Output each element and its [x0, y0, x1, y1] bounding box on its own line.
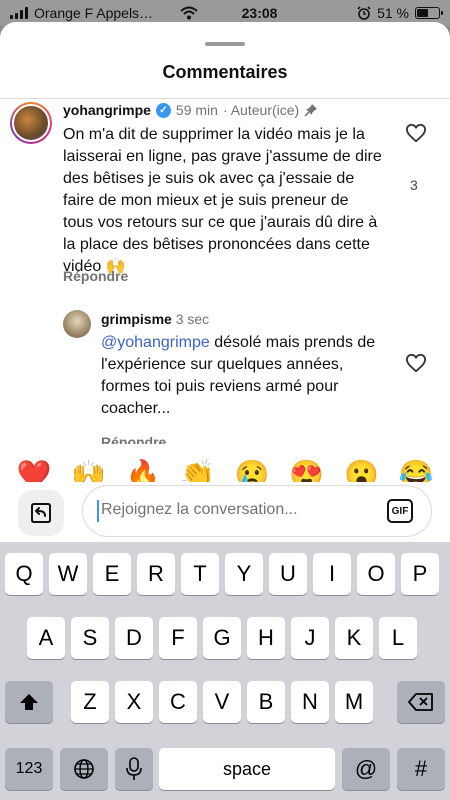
reply-button[interactable]: Répondre — [63, 268, 128, 284]
key-j[interactable]: J — [291, 617, 329, 659]
key-z[interactable]: Z — [71, 681, 109, 723]
key-s[interactable]: S — [71, 617, 109, 659]
comments-sheet: Commentaires yohangrimpe ✓ 59 min · Aute… — [0, 22, 450, 542]
heart-icon[interactable] — [405, 123, 427, 143]
key-k[interactable]: K — [335, 617, 373, 659]
microphone-icon — [126, 757, 142, 780]
signal-icon — [10, 7, 28, 19]
backspace-key[interactable] — [397, 681, 445, 723]
key-y[interactable]: Y — [225, 553, 263, 595]
pin-icon — [304, 104, 318, 117]
battery-percent: 51 % — [377, 5, 409, 21]
reply-username[interactable]: grimpisme — [101, 311, 172, 327]
key-t[interactable]: T — [181, 553, 219, 595]
microphone-key[interactable] — [115, 748, 153, 790]
reply-heart-icon[interactable] — [405, 353, 427, 373]
key-a[interactable]: A — [27, 617, 65, 659]
numbers-key[interactable]: 123 — [5, 748, 53, 790]
space-key[interactable]: space — [159, 748, 335, 790]
shift-key[interactable] — [5, 681, 53, 723]
reply-time: 3 sec — [175, 311, 210, 327]
at-key[interactable]: @ — [342, 748, 390, 790]
battery-icon — [415, 7, 443, 19]
key-b[interactable]: B — [247, 681, 285, 723]
mention-link[interactable]: @yohangrimpe — [101, 334, 210, 351]
status-time: 23:08 — [241, 5, 278, 21]
comment-username[interactable]: yohangrimpe — [63, 102, 151, 118]
text-caret — [97, 500, 99, 522]
key-r[interactable]: R — [137, 553, 175, 595]
alarm-icon — [357, 6, 371, 20]
key-q[interactable]: Q — [5, 553, 43, 595]
comment-composer: Rejoignez la conversation... GIF — [0, 482, 450, 542]
key-c[interactable]: C — [159, 681, 197, 723]
sheet-title: Commentaires — [162, 62, 288, 82]
key-g[interactable]: G — [203, 617, 241, 659]
key-f[interactable]: F — [159, 617, 197, 659]
header-divider — [0, 98, 450, 99]
comment-time: 59 min — [175, 102, 218, 118]
keyboard: Q W E R T Y U I O P A S D F G H J K L Z … — [0, 542, 450, 800]
key-u[interactable]: U — [269, 553, 307, 595]
key-h[interactable]: H — [247, 617, 285, 659]
avatar-image — [12, 104, 50, 142]
key-w[interactable]: W — [49, 553, 87, 595]
status-left: Orange F Appels… — [10, 5, 180, 21]
status-right: 51 % — [357, 5, 443, 21]
key-p[interactable]: P — [401, 553, 439, 595]
comment-header: yohangrimpe ✓ 59 min · Auteur(ice) — [63, 102, 318, 118]
gif-button[interactable]: GIF — [387, 499, 413, 523]
key-d[interactable]: D — [115, 617, 153, 659]
author-label: · Auteur(ice) — [222, 102, 300, 118]
key-n[interactable]: N — [291, 681, 329, 723]
like-count: 3 — [410, 177, 418, 193]
share-button[interactable] — [18, 490, 64, 536]
reply-text: @yohangrimpe désolé mais prends de l'exp… — [101, 332, 391, 420]
carrier-name: Orange F Appels… — [34, 5, 154, 21]
key-l[interactable]: L — [379, 617, 417, 659]
key-m[interactable]: M — [335, 681, 373, 723]
key-o[interactable]: O — [357, 553, 395, 595]
verified-badge-icon: ✓ — [155, 102, 171, 118]
reply-header: grimpisme 3 sec — [101, 311, 209, 327]
key-x[interactable]: X — [115, 681, 153, 723]
comment-input[interactable]: Rejoignez la conversation... GIF — [82, 485, 432, 537]
key-e[interactable]: E — [93, 553, 131, 595]
avatar[interactable] — [10, 102, 52, 144]
shift-arrow-icon — [20, 694, 38, 710]
globe-key[interactable] — [60, 748, 108, 790]
hash-key[interactable]: # — [397, 748, 445, 790]
sheet-grabber[interactable] — [205, 42, 245, 46]
key-v[interactable]: V — [203, 681, 241, 723]
battery-level — [417, 9, 428, 17]
globe-icon — [74, 759, 94, 779]
backspace-icon — [408, 693, 433, 711]
key-i[interactable]: I — [313, 553, 351, 595]
comment-input-placeholder: Rejoignez la conversation... — [101, 501, 298, 518]
reply-avatar[interactable] — [63, 310, 91, 338]
comment-text: On m'a dit de supprimer la vidéo mais je… — [63, 126, 382, 275]
reshare-icon — [31, 503, 51, 523]
